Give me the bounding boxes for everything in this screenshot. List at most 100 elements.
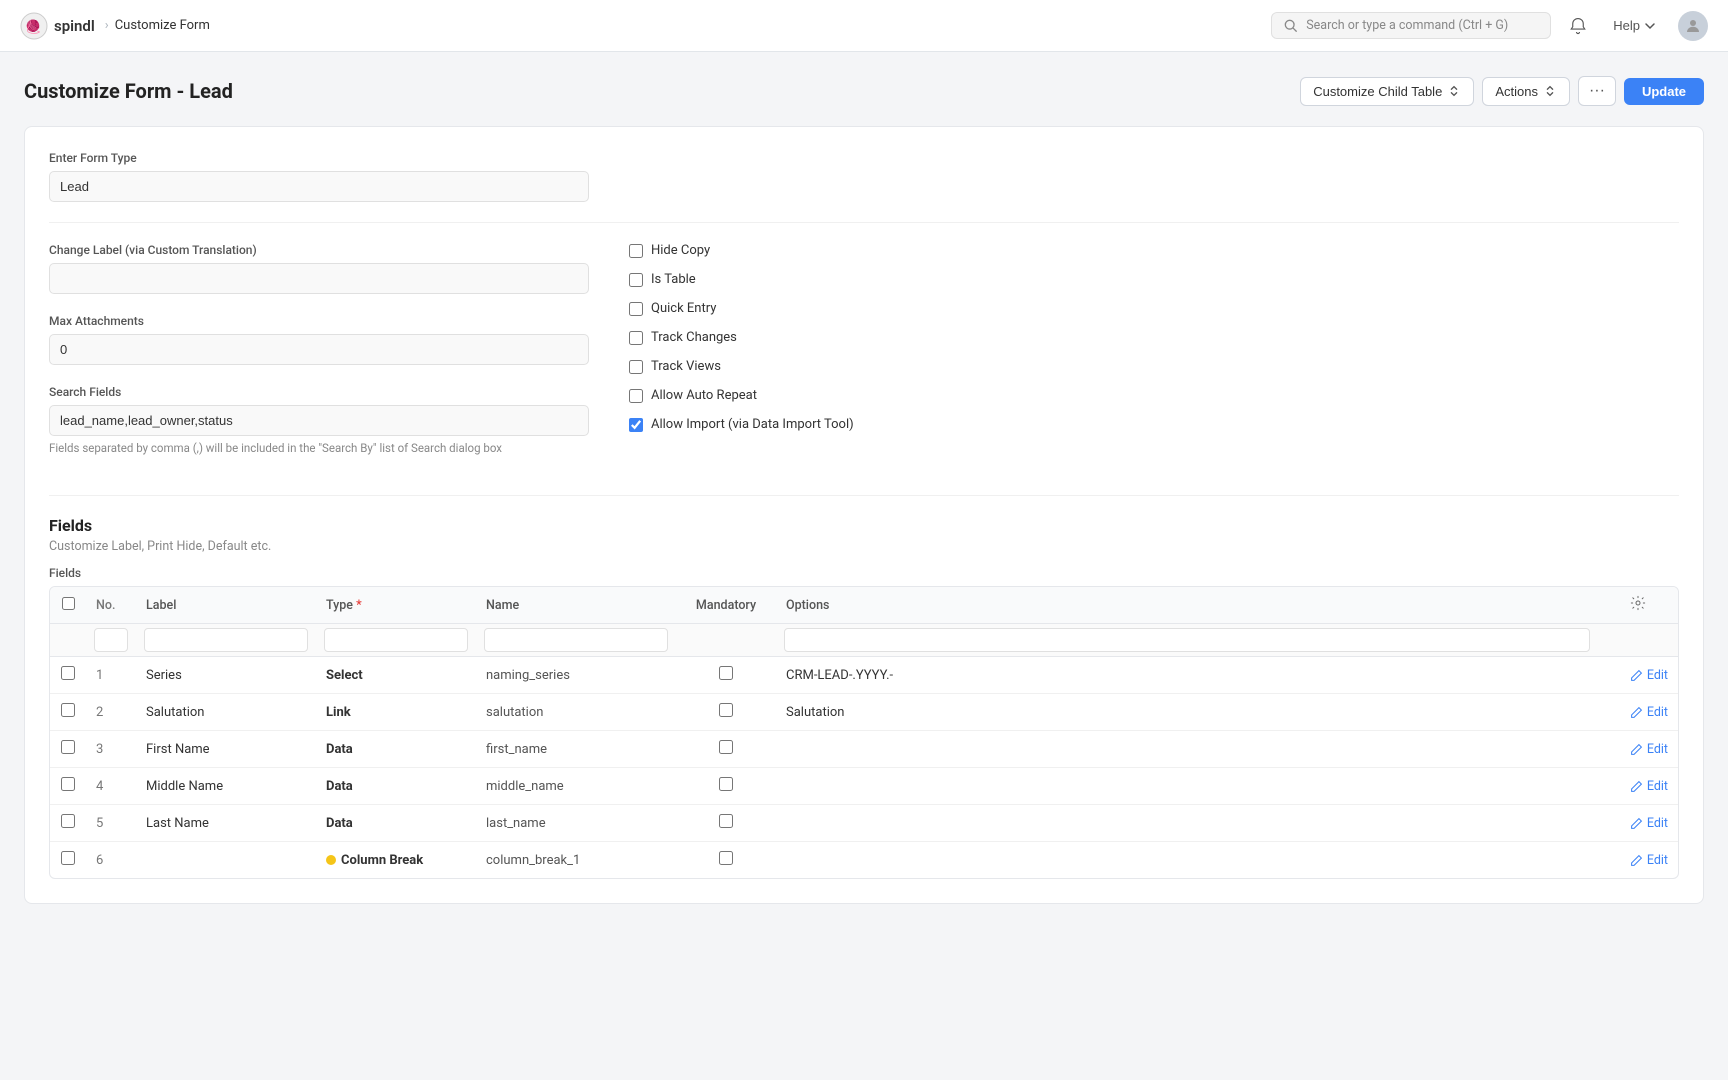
filter-name <box>476 624 676 657</box>
max-attachments-label: Max Attachments <box>49 314 589 328</box>
row-4-checkbox-cell <box>50 768 86 805</box>
allow_auto_repeat-checkbox[interactable] <box>629 389 643 403</box>
row-1-mandatory-checkbox[interactable] <box>719 666 733 680</box>
row-3-checkbox-cell <box>50 731 86 768</box>
more-options-button[interactable]: ··· <box>1578 76 1616 106</box>
checkboxes-container: Hide CopyIs TableQuick EntryTrack Change… <box>629 243 1679 432</box>
filter-checkbox <box>50 624 86 657</box>
is_table-checkbox[interactable] <box>629 273 643 287</box>
edit-icon <box>1630 669 1643 682</box>
notification-bell-button[interactable] <box>1565 13 1591 39</box>
help-button[interactable]: Help <box>1605 14 1664 37</box>
brand-logo[interactable]: 🧶 spindl <box>20 12 95 40</box>
fields-section-subtitle: Customize Label, Print Hide, Default etc… <box>49 539 1679 554</box>
max-attachments-section: Max Attachments <box>49 314 589 365</box>
row-5-mandatory-checkbox[interactable] <box>719 814 733 828</box>
row-6-select-checkbox[interactable] <box>61 851 75 865</box>
row-1-select-checkbox[interactable] <box>61 666 75 680</box>
row-3-type: Data <box>316 731 476 768</box>
row-6-edit-link[interactable]: Edit <box>1608 853 1668 868</box>
row-3-name: first_name <box>476 731 676 768</box>
row-1-name: naming_series <box>476 657 676 694</box>
select-all-checkbox[interactable] <box>62 597 75 610</box>
row-4-edit-link[interactable]: Edit <box>1608 779 1668 794</box>
filter-name-input[interactable] <box>484 628 668 652</box>
filter-label-input[interactable] <box>144 628 308 652</box>
row-2-edit-link[interactable]: Edit <box>1608 705 1668 720</box>
allow_import-checkbox[interactable] <box>629 418 643 432</box>
row-1-mandatory-cell <box>676 657 776 694</box>
table-row: 4Middle NameDatamiddle_nameEdit <box>50 768 1678 805</box>
table-row: 6Column Breakcolumn_break_1Edit <box>50 842 1678 879</box>
track_changes-checkbox[interactable] <box>629 331 643 345</box>
row-3-mandatory-checkbox[interactable] <box>719 740 733 754</box>
table-header-row: No. Label Type Name Mandatory Options <box>50 587 1678 624</box>
hide_copy-checkbox[interactable] <box>629 244 643 258</box>
brand-name: spindl <box>54 17 95 35</box>
filter-mandatory <box>676 624 776 657</box>
col-options: Options <box>776 587 1598 624</box>
filter-type-input[interactable] <box>324 628 468 652</box>
selector-icon <box>1447 84 1461 98</box>
filter-gear <box>1598 624 1678 657</box>
search-bar[interactable]: Search or type a command (Ctrl + G) <box>1271 12 1551 39</box>
max-attachments-input[interactable] <box>49 334 589 365</box>
row-2-number: 2 <box>86 694 136 731</box>
search-fields-input[interactable] <box>49 405 589 436</box>
help-label: Help <box>1613 18 1640 33</box>
logo-icon: 🧶 <box>20 12 48 40</box>
track_views-checkbox[interactable] <box>629 360 643 374</box>
row-6-mandatory-checkbox[interactable] <box>719 851 733 865</box>
row-3-type-text: Data <box>326 742 353 757</box>
row-5-edit-link[interactable]: Edit <box>1608 816 1668 831</box>
filter-no-input[interactable] <box>94 628 128 652</box>
actions-button[interactable]: Actions <box>1482 77 1570 106</box>
change-label-input[interactable] <box>49 263 589 294</box>
allow_import-label: Allow Import (via Data Import Tool) <box>651 417 854 432</box>
breadcrumb: › Customize Form <box>105 18 210 33</box>
user-avatar-icon <box>1684 17 1702 35</box>
update-button[interactable]: Update <box>1624 78 1704 105</box>
row-4-mandatory-checkbox[interactable] <box>719 777 733 791</box>
checkbox-row-track_views: Track Views <box>629 359 1679 374</box>
breadcrumb-current[interactable]: Customize Form <box>115 18 210 33</box>
table-filter-row <box>50 624 1678 657</box>
customize-child-table-button[interactable]: Customize Child Table <box>1300 77 1474 106</box>
page-title: Customize Form - Lead <box>24 79 233 103</box>
row-1-checkbox-cell <box>50 657 86 694</box>
row-4-label: Middle Name <box>136 768 316 805</box>
filter-options <box>776 624 1598 657</box>
row-3-edit-link[interactable]: Edit <box>1608 742 1668 757</box>
search-fields-section: Search Fields Fields separated by comma … <box>49 385 589 455</box>
search-fields-label: Search Fields <box>49 385 589 399</box>
row-5-select-checkbox[interactable] <box>61 814 75 828</box>
quick_entry-checkbox[interactable] <box>629 302 643 316</box>
row-3-mandatory-cell <box>676 731 776 768</box>
row-6-mandatory-cell <box>676 842 776 879</box>
enter-form-type-input[interactable] <box>49 171 589 202</box>
divider-2 <box>49 495 1679 496</box>
row-5-name: last_name <box>476 805 676 842</box>
filter-options-input[interactable] <box>784 628 1590 652</box>
breadcrumb-chevron: › <box>105 18 109 33</box>
edit-icon <box>1630 706 1643 719</box>
row-1-type-text: Select <box>326 668 363 683</box>
search-placeholder: Search or type a command (Ctrl + G) <box>1306 18 1508 33</box>
row-5-options <box>776 805 1598 842</box>
row-2-mandatory-checkbox[interactable] <box>719 703 733 717</box>
row-5-mandatory-cell <box>676 805 776 842</box>
row-2-select-checkbox[interactable] <box>61 703 75 717</box>
col-mandatory: Mandatory <box>676 587 776 624</box>
row-4-select-checkbox[interactable] <box>61 777 75 791</box>
search-fields-hint: Fields separated by comma (,) will be in… <box>49 441 589 455</box>
row-1-number: 1 <box>86 657 136 694</box>
form-col-right: Hide CopyIs TableQuick EntryTrack Change… <box>629 243 1679 475</box>
row-3-select-checkbox[interactable] <box>61 740 75 754</box>
dots-label: ··· <box>1589 82 1605 99</box>
avatar[interactable] <box>1678 11 1708 41</box>
page-actions: Customize Child Table Actions ··· Update <box>1300 76 1704 106</box>
col-gear[interactable] <box>1598 587 1678 624</box>
navbar: 🧶 spindl › Customize Form Search or type… <box>0 0 1728 52</box>
row-1-edit-link[interactable]: Edit <box>1608 668 1668 683</box>
is_table-label: Is Table <box>651 272 696 287</box>
